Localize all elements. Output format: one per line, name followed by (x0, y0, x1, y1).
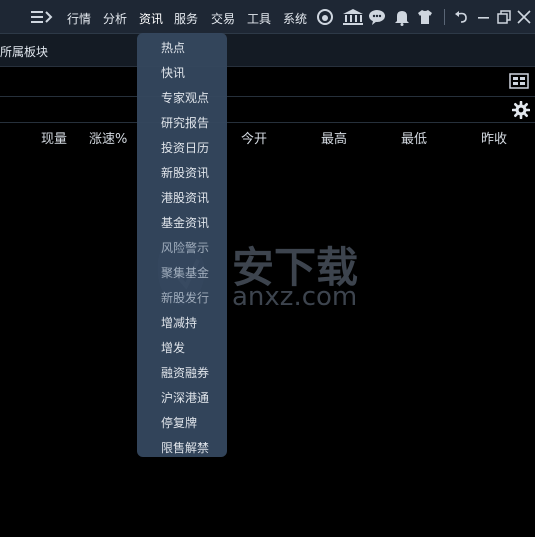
menu-service[interactable]: 服务 (174, 10, 198, 27)
menu-item-stock-connect[interactable]: 沪深港通 (161, 389, 209, 406)
bank-icon[interactable] (342, 8, 364, 26)
undo-icon[interactable] (453, 8, 471, 26)
gear-icon[interactable] (511, 100, 531, 122)
menu-item-ipo-news[interactable]: 新股资讯 (161, 164, 209, 181)
menu-item-hotspot[interactable]: 热点 (161, 39, 185, 56)
toolbar-divider (444, 9, 445, 25)
col-speed[interactable]: 涨速% (89, 128, 127, 147)
col-high[interactable]: 最高 (321, 128, 347, 147)
menu-item-expert-views[interactable]: 专家观点 (161, 89, 209, 106)
menu-item-ipo-issuance[interactable]: 新股发行 (161, 289, 209, 306)
menu-item-investment-calendar[interactable]: 投资日历 (161, 139, 209, 156)
bell-icon[interactable] (393, 8, 411, 26)
menu-item-suspension-resumption[interactable]: 停复牌 (161, 414, 197, 431)
menu-market[interactable]: 行情 (67, 10, 91, 27)
col-open[interactable]: 今开 (241, 128, 267, 147)
shirt-icon[interactable] (416, 8, 434, 26)
grid-layout-icon[interactable] (509, 73, 529, 92)
weibo-icon[interactable] (316, 8, 334, 26)
menu-trade[interactable]: 交易 (211, 10, 235, 27)
menu-item-flash-news[interactable]: 快讯 (161, 64, 185, 81)
menu-system[interactable]: 系统 (283, 10, 307, 27)
sector-label[interactable]: 所属板块 (0, 43, 48, 60)
menu-item-risk-warning[interactable]: 风险警示 (161, 239, 209, 256)
watermark-title: 安下载 (232, 243, 359, 292)
menu-item-margin-trading[interactable]: 融资融券 (161, 364, 209, 381)
news-dropdown-menu: 热点 快讯 专家观点 研究报告 投资日历 新股资讯 港股资讯 基金资讯 风险警示… (137, 33, 227, 457)
menu-item-research-reports[interactable]: 研究报告 (161, 114, 209, 131)
watermark-domain: anxz.com (232, 282, 358, 312)
sector-bar: 所属板块 (0, 34, 535, 67)
menu-item-shareholding-change[interactable]: 增减持 (161, 314, 197, 331)
toolbar-row (0, 67, 535, 97)
col-low[interactable]: 最低 (401, 128, 427, 147)
menu-item-additional-issuance[interactable]: 增发 (161, 339, 185, 356)
menu-tools[interactable]: 工具 (247, 10, 271, 27)
menu-item-lockup-expiry[interactable]: 限售解禁 (161, 439, 209, 456)
menu-analysis[interactable]: 分析 (103, 10, 127, 27)
chat-bubble-icon[interactable] (368, 8, 386, 26)
menu-item-fund-news[interactable]: 基金资讯 (161, 214, 209, 231)
menu-news[interactable]: 资讯 (139, 10, 163, 27)
close-icon[interactable] (515, 8, 533, 26)
col-prev-close[interactable]: 昨收 (481, 128, 507, 147)
minimize-icon[interactable] (475, 8, 493, 26)
col-volume[interactable]: 现量 (41, 128, 67, 147)
menu-item-gathered-funds[interactable]: 聚集基金 (161, 264, 209, 281)
settings-row (0, 97, 535, 123)
restore-icon[interactable] (495, 8, 513, 26)
menu-item-hk-stock-news[interactable]: 港股资讯 (161, 189, 209, 206)
top-menu-bar: 行情 分析 资讯 服务 交易 工具 系统 (0, 0, 535, 34)
menu-toggle-icon[interactable] (31, 9, 53, 25)
